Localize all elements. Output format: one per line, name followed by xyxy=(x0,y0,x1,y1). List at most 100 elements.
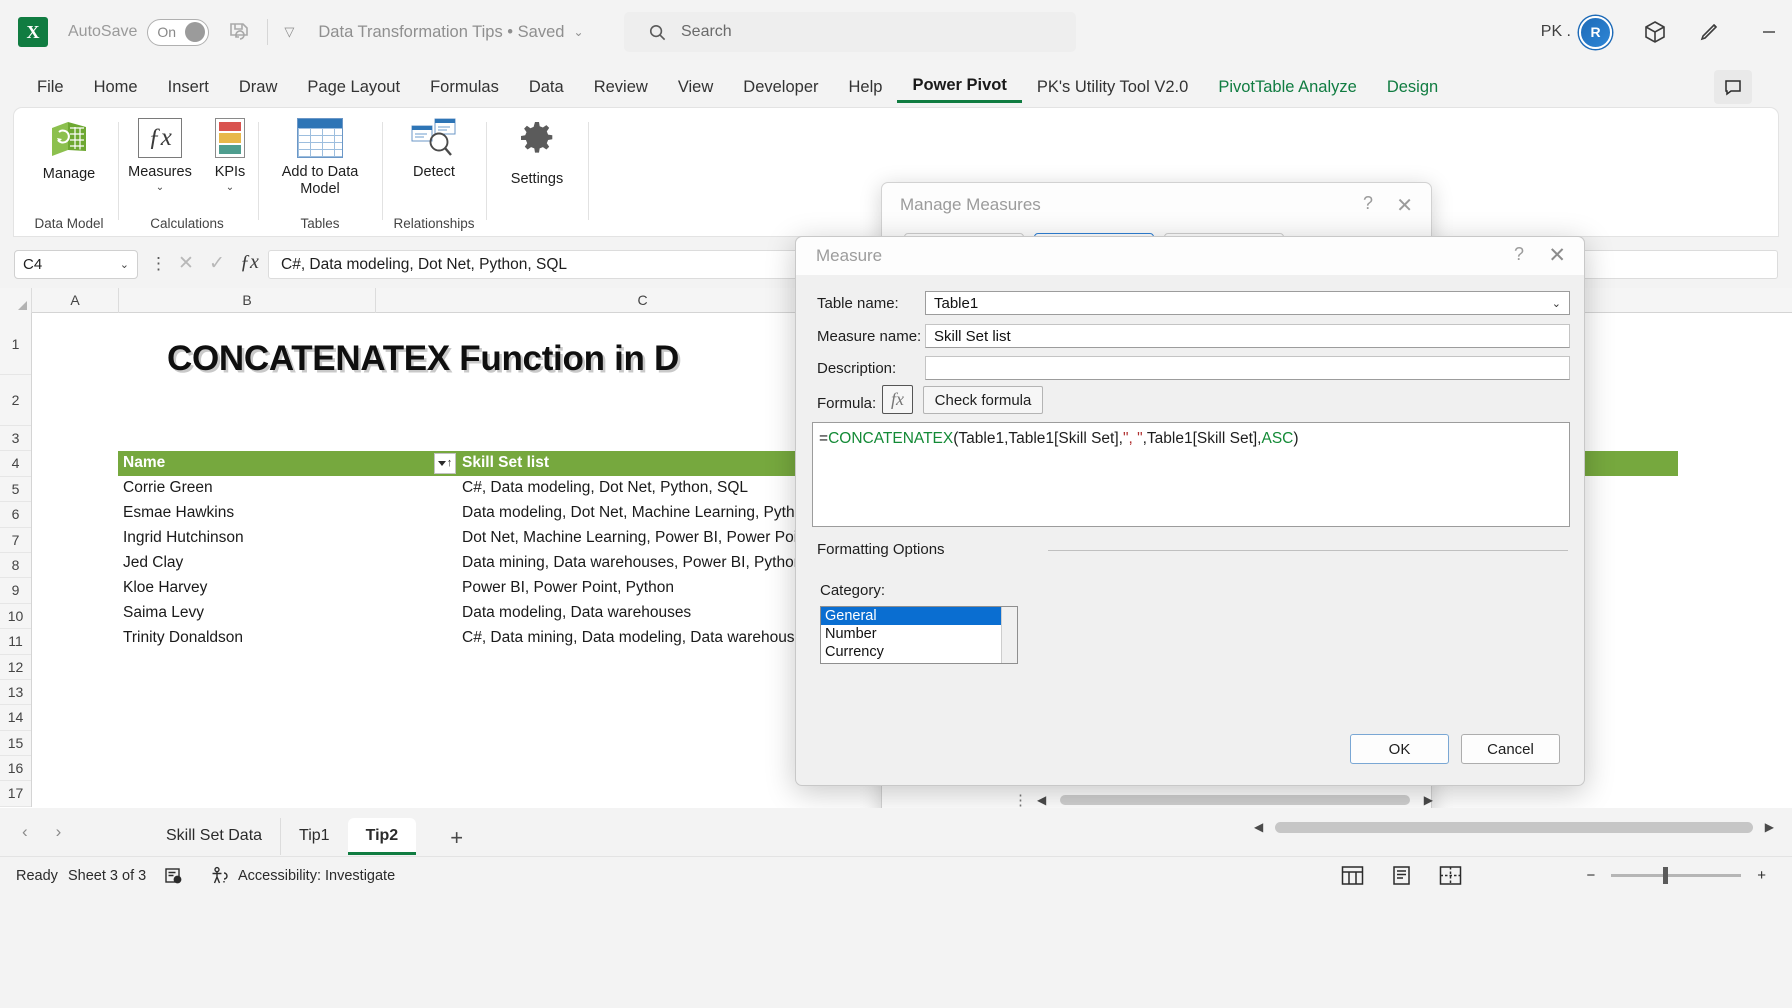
row-header-5[interactable]: 5 xyxy=(0,477,31,502)
tab-pk-utility-tool[interactable]: PK's Utility Tool V2.0 xyxy=(1022,74,1203,101)
sheet-tab-skill-set-data[interactable]: Skill Set Data xyxy=(148,818,280,855)
autosave-toggle[interactable]: On xyxy=(147,19,209,46)
cancel-x-icon[interactable]: ✕ xyxy=(178,252,194,275)
kpis-chevron-down-icon[interactable]: ⌄ xyxy=(226,182,234,193)
document-title-caret-icon[interactable]: ⌄ xyxy=(573,25,583,39)
select-all-corner[interactable] xyxy=(0,288,32,313)
sheet-title-cell[interactable]: CONCATENATEX Function in D xyxy=(167,339,679,379)
check-formula-button[interactable]: Check formula xyxy=(923,386,1043,414)
page-layout-view-icon[interactable] xyxy=(1390,865,1413,892)
row-header-10[interactable]: 10 xyxy=(0,604,31,629)
zoom-slider-knob[interactable] xyxy=(1663,867,1668,884)
chevron-down-icon[interactable]: ⌄ xyxy=(1552,297,1561,310)
record-macro-icon[interactable] xyxy=(164,866,184,886)
scroll-left-icon[interactable]: ◀ xyxy=(1037,793,1046,807)
row-header-13[interactable]: 13 xyxy=(0,680,31,705)
search-box[interactable]: Search xyxy=(624,12,1076,52)
row-header-1[interactable]: 1 xyxy=(0,313,31,375)
tab-design[interactable]: Design xyxy=(1372,74,1453,101)
document-title[interactable]: Data Transformation Tips • Saved xyxy=(318,23,564,42)
scroll-left-icon[interactable]: ◀ xyxy=(1254,820,1263,834)
scroll-thumb[interactable] xyxy=(1275,822,1753,833)
measures-chevron-down-icon[interactable]: ⌄ xyxy=(156,182,164,193)
sheet-tab-tip1[interactable]: Tip1 xyxy=(280,818,348,855)
insert-function-icon[interactable]: fx xyxy=(882,385,913,414)
row-header-12[interactable]: 12 xyxy=(0,655,31,680)
close-icon[interactable]: ✕ xyxy=(1548,243,1566,268)
row-header-2[interactable]: 2 xyxy=(0,375,31,426)
tab-data[interactable]: Data xyxy=(514,74,579,101)
accessibility-icon[interactable] xyxy=(210,866,230,886)
insert-function-icon[interactable]: ƒx xyxy=(240,251,259,274)
avatar[interactable]: R xyxy=(1579,16,1612,49)
tab-draw[interactable]: Draw xyxy=(224,74,293,101)
row-header-4[interactable]: 4 xyxy=(0,451,31,476)
tab-pivottable-analyze[interactable]: PivotTable Analyze xyxy=(1203,74,1372,101)
category-listbox[interactable]: General Number Currency xyxy=(820,606,1018,664)
ok-button[interactable]: OK xyxy=(1350,734,1449,764)
category-listbox-scrollbar[interactable] xyxy=(1001,607,1017,663)
tab-formulas[interactable]: Formulas xyxy=(415,74,514,101)
table-header-skill-set-list[interactable]: Skill Set list xyxy=(462,454,549,472)
category-option-currency[interactable]: Currency xyxy=(821,643,1017,661)
horizontal-scrollbar[interactable]: ◀ ▶ xyxy=(1254,820,1774,834)
row-header-11[interactable]: 11 xyxy=(0,629,31,654)
copilot-icon[interactable] xyxy=(1642,19,1668,45)
tab-insert[interactable]: Insert xyxy=(153,74,224,101)
zoom-in-button[interactable]: + xyxy=(1757,867,1766,884)
name-box[interactable]: C4 ⌄ xyxy=(14,250,138,279)
tab-file[interactable]: File xyxy=(22,74,79,101)
column-header-a[interactable]: A xyxy=(32,288,119,313)
status-sheet-count[interactable]: Sheet 3 of 3 xyxy=(68,868,146,884)
description-input[interactable] xyxy=(925,356,1570,380)
row-header-16[interactable]: 16 xyxy=(0,756,31,781)
chevron-left-icon[interactable]: ‹ xyxy=(22,822,28,842)
kpis-button[interactable]: KPIs ⌄ xyxy=(202,118,258,193)
chevron-right-icon[interactable]: › xyxy=(56,822,62,842)
close-icon[interactable]: ✕ xyxy=(1396,193,1413,218)
measure-name-input[interactable]: Skill Set list xyxy=(925,324,1570,348)
name-box-chevron-down-icon[interactable]: ⌄ xyxy=(120,258,129,271)
tab-home[interactable]: Home xyxy=(79,74,153,101)
enter-check-icon[interactable]: ✓ xyxy=(209,252,225,275)
comments-button[interactable] xyxy=(1714,70,1752,104)
add-to-data-model-button[interactable]: Add to Data Model xyxy=(260,118,380,198)
category-option-general[interactable]: General xyxy=(821,607,1001,625)
column-header-b[interactable]: B xyxy=(119,288,376,313)
detect-button[interactable]: Detect xyxy=(384,118,484,181)
save-refresh-icon[interactable] xyxy=(227,20,251,44)
scroll-thumb[interactable] xyxy=(1060,795,1410,805)
measures-button[interactable]: ƒx Measures ⌄ xyxy=(118,118,202,193)
resize-grip-icon[interactable]: ⋮ xyxy=(1013,791,1029,809)
cancel-button[interactable]: Cancel xyxy=(1461,734,1560,764)
tab-power-pivot[interactable]: Power Pivot xyxy=(897,72,1021,103)
add-sheet-button[interactable]: + xyxy=(450,825,463,855)
zoom-slider[interactable] xyxy=(1611,874,1741,877)
tab-review[interactable]: Review xyxy=(579,74,663,101)
row-header-14[interactable]: 14 xyxy=(0,705,31,730)
row-header-9[interactable]: 9 xyxy=(0,578,31,603)
minimize-button[interactable] xyxy=(1746,9,1792,55)
row-header-17[interactable]: 17 xyxy=(0,781,31,806)
row-header-3[interactable]: 3 xyxy=(0,426,31,451)
tab-page-layout[interactable]: Page Layout xyxy=(292,74,415,101)
pen-icon[interactable] xyxy=(1698,20,1722,44)
zoom-out-button[interactable]: − xyxy=(1586,867,1595,884)
scroll-right-icon[interactable]: ▶ xyxy=(1765,820,1774,834)
page-break-view-icon[interactable] xyxy=(1439,865,1462,892)
sheet-tab-tip2[interactable]: Tip2 xyxy=(348,818,417,855)
settings-button[interactable]: Settings xyxy=(488,118,586,188)
accessibility-status-text[interactable]: Accessibility: Investigate xyxy=(238,868,395,884)
formula-bar-more-icon[interactable]: ⋮ xyxy=(150,254,167,274)
manage-button[interactable]: Manage xyxy=(20,118,118,183)
tab-view[interactable]: View xyxy=(663,74,728,101)
category-option-number[interactable]: Number xyxy=(821,625,1017,643)
row-header-15[interactable]: 15 xyxy=(0,731,31,756)
manage-measures-horizontal-scrollbar[interactable]: ◀ ▶ xyxy=(1037,793,1433,807)
tab-help[interactable]: Help xyxy=(834,74,898,101)
tab-developer[interactable]: Developer xyxy=(728,74,833,101)
row-header-8[interactable]: 8 xyxy=(0,553,31,578)
help-icon[interactable]: ? xyxy=(1363,193,1373,214)
dax-formula-editor[interactable]: =CONCATENATEX(Table1,Table1[Skill Set],"… xyxy=(812,422,1570,527)
table-header-name[interactable]: Name xyxy=(123,454,165,472)
